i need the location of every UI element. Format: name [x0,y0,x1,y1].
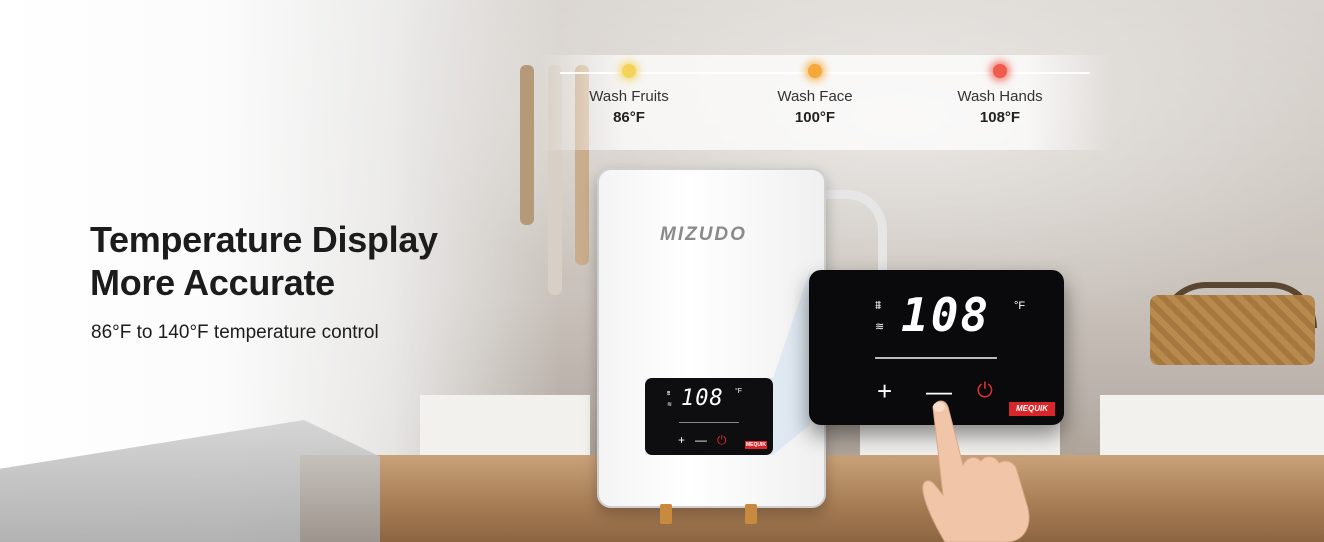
brand-logo: MIZUDO [660,224,747,245]
preset-wash-hands: Wash Hands 108°F [930,64,1070,126]
plus-icon: + [678,433,686,447]
preset-value: 100°F [794,109,836,126]
headline-line-2: More Accurate [90,262,335,303]
hanging-utensil [520,65,534,225]
preset-value: 86°F [613,109,645,126]
temperature-unit: °F [1014,300,1026,312]
valves [640,504,780,524]
valve [745,504,757,524]
heat-icon: ≋ [875,321,885,333]
heat-icon: ≋ [667,402,673,408]
hand-finger-icon [922,400,1030,542]
shower-icon: ⩩ [875,298,882,312]
headline-line-1: Temperature Display [90,219,438,260]
minus-icon: — [695,433,708,447]
preset-label: Wash Fruits [589,88,669,105]
divider [875,357,997,359]
plus-button[interactable]: + [877,378,892,404]
cabinet-door [1100,395,1324,457]
preset-value: 108°F [979,109,1021,126]
temperature-digits: 108 [681,386,724,411]
product-banner: Wash Fruits 86°F Wash Face 100°F Wash Ha… [0,0,1324,542]
divider [679,422,739,423]
preset-dot [808,64,822,78]
shower-icon: ⩩ [667,391,671,397]
valve [660,504,672,524]
power-icon: ⏻ [717,433,727,447]
preset-dot [622,64,636,78]
preset-dot [993,64,1007,78]
preset-label: Wash Face [777,88,853,105]
temperature-unit: °F [735,388,743,395]
basket [1150,295,1315,365]
preset-label: Wash Hands [957,88,1043,105]
headline: Temperature Display More Accurate [90,218,438,304]
control-panel-small: ⩩ ≋ 108 °F + — ⏻ MEQUIK [645,378,773,455]
preset-wash-face: Wash Face 100°F [745,64,885,126]
subheadline: 86°F to 140°F temperature control [91,322,379,343]
temperature-digits: 108 [901,288,991,342]
preset-wash-fruits: Wash Fruits 86°F [559,64,699,126]
cabinet-door [420,395,590,457]
brand-badge: MEQUIK [745,441,767,449]
button-row: + — ⏻ [678,433,727,448]
